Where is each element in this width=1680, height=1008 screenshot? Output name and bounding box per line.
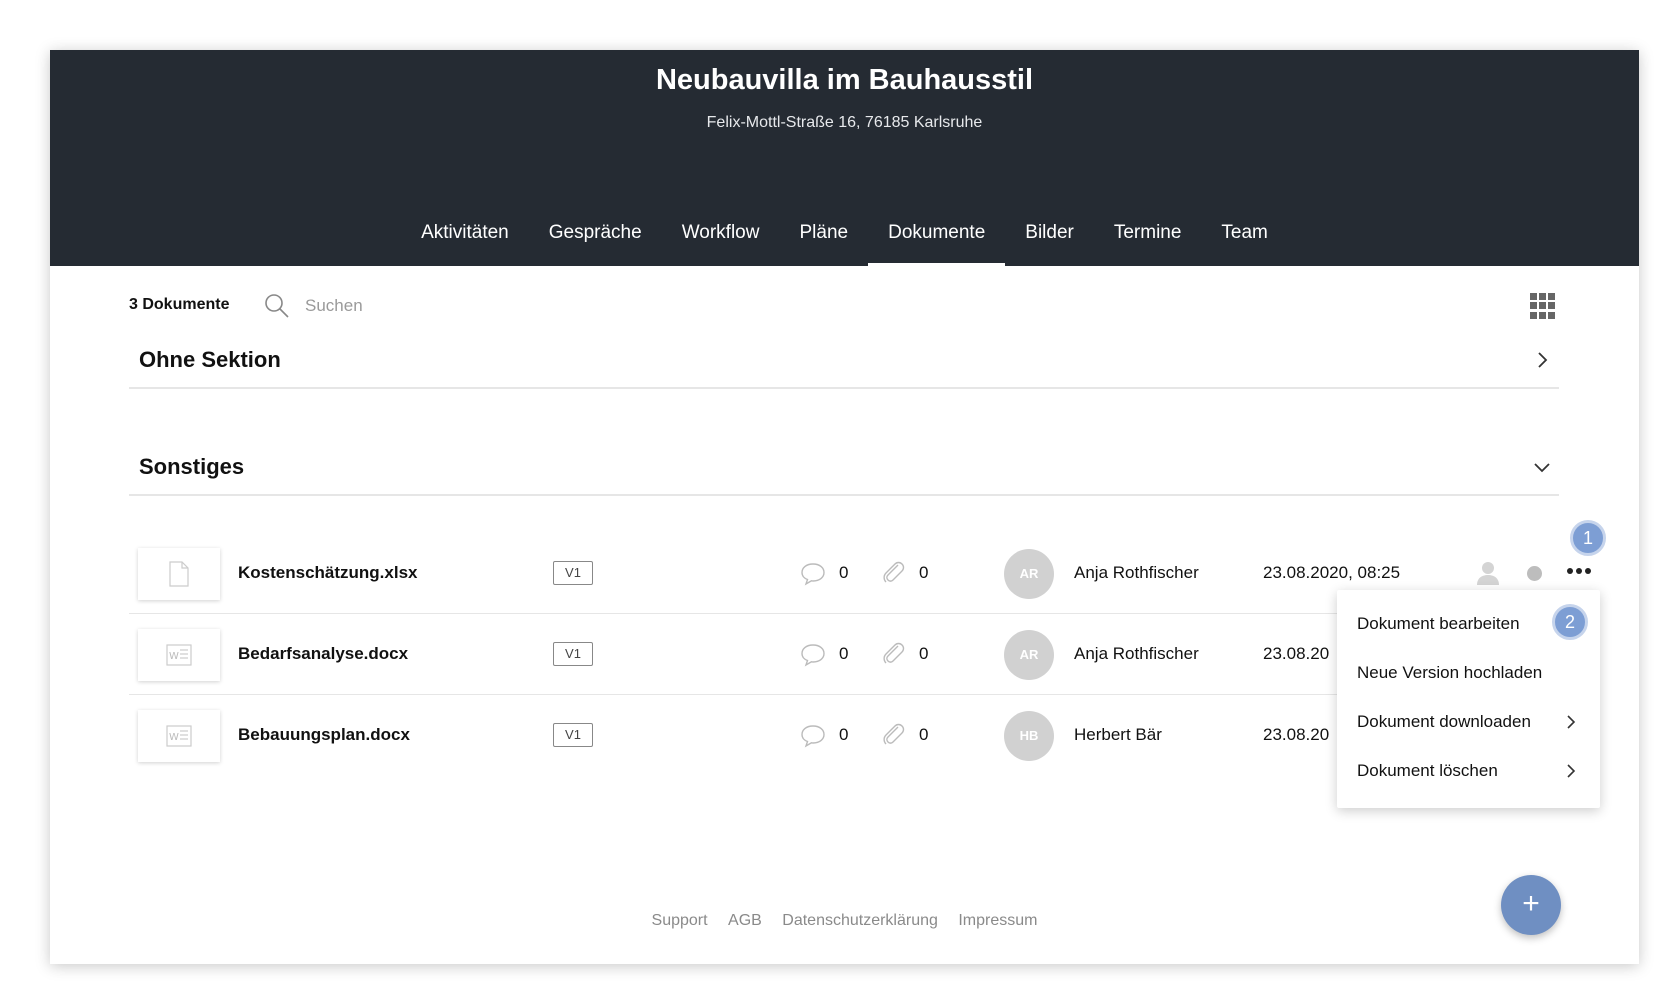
menu-item-label: Dokument downloaden: [1357, 712, 1531, 731]
grid-view-icon[interactable]: [1530, 293, 1556, 319]
person-icon[interactable]: [1474, 560, 1502, 586]
avatar: HB: [1004, 711, 1054, 761]
author-name: Anja Rothfischer: [1074, 644, 1199, 663]
attachment-count: 0: [919, 563, 929, 582]
step-marker-2: 2: [1552, 604, 1588, 640]
tab-termine[interactable]: Termine: [1094, 218, 1202, 266]
version-badge[interactable]: V1: [553, 561, 593, 585]
add-document-button[interactable]: +: [1501, 875, 1561, 935]
attachment-count: 0: [919, 725, 929, 744]
footer-link-impressum[interactable]: Impressum: [958, 912, 1037, 929]
document-date: 23.08.2020, 08:25: [1263, 563, 1401, 582]
word-file-icon: W: [166, 644, 192, 666]
status-dot: [1527, 566, 1542, 581]
attachment-count: 0: [919, 644, 929, 663]
tab-team[interactable]: Team: [1201, 218, 1287, 266]
author-name: Anja Rothfischer: [1074, 563, 1199, 582]
document-date: 23.08.20: [1263, 725, 1330, 744]
blank-file-icon: [169, 561, 189, 587]
section-title: Sonstiges: [139, 454, 245, 479]
document-name[interactable]: Kostenschätzung.xlsx: [238, 563, 418, 583]
main-nav: Aktivitäten Gespräche Workflow Pläne Dok…: [50, 218, 1639, 266]
comment-count: 0: [839, 563, 849, 582]
tab-plaene[interactable]: Pläne: [779, 218, 868, 266]
comment-icon[interactable]: [799, 642, 827, 668]
section-sonstiges[interactable]: Sonstiges: [129, 446, 1559, 496]
more-options-button[interactable]: [1561, 553, 1597, 589]
document-count: 3 Dokumente: [129, 296, 230, 313]
footer: Support AGB Datenschutzerklärung Impress…: [50, 912, 1639, 930]
menu-item-delete-document[interactable]: Dokument löschen: [1337, 747, 1600, 795]
section-ohne-sektion[interactable]: Ohne Sektion: [129, 339, 1559, 389]
version-badge[interactable]: V1: [553, 642, 593, 666]
chevron-right-icon: [1567, 715, 1576, 729]
footer-link-agb[interactable]: AGB: [728, 912, 762, 929]
comment-icon[interactable]: [799, 561, 827, 587]
documents-toolbar: 3 Dokumente: [50, 286, 1639, 326]
document-thumbnail[interactable]: W: [138, 710, 220, 762]
document-name[interactable]: Bebauungsplan.docx: [238, 725, 410, 745]
tab-workflow[interactable]: Workflow: [662, 218, 780, 266]
paperclip-icon[interactable]: [879, 640, 907, 668]
tab-bilder[interactable]: Bilder: [1005, 218, 1094, 266]
avatar: AR: [1004, 630, 1054, 680]
search-input[interactable]: [305, 292, 605, 320]
project-header: Neubauvilla im Bauhausstil Felix-Mottl-S…: [50, 50, 1639, 266]
avatar: AR: [1004, 549, 1054, 599]
tab-dokumente[interactable]: Dokumente: [868, 218, 1006, 266]
chevron-down-icon[interactable]: [1531, 456, 1553, 478]
comment-count: 0: [839, 725, 849, 744]
menu-item-upload-new-version[interactable]: Neue Version hochladen: [1337, 649, 1600, 697]
chevron-right-icon: [1567, 764, 1576, 778]
svg-text:W: W: [169, 732, 179, 743]
footer-link-support[interactable]: Support: [652, 912, 708, 929]
search-icon[interactable]: [263, 292, 291, 320]
paperclip-icon[interactable]: [879, 721, 907, 749]
tab-aktivitaeten[interactable]: Aktivitäten: [401, 218, 529, 266]
document-thumbnail[interactable]: [138, 548, 220, 600]
author-name: Herbert Bär: [1074, 725, 1162, 744]
menu-item-download-document[interactable]: Dokument downloaden: [1337, 698, 1600, 746]
paperclip-icon[interactable]: [879, 559, 907, 587]
document-thumbnail[interactable]: W: [138, 629, 220, 681]
document-name[interactable]: Bedarfsanalyse.docx: [238, 644, 408, 664]
section-title: Ohne Sektion: [139, 347, 281, 372]
step-marker-1: 1: [1570, 520, 1606, 556]
project-title: Neubauvilla im Bauhausstil: [655, 64, 1034, 96]
chevron-right-icon[interactable]: [1531, 349, 1553, 371]
comment-count: 0: [839, 644, 849, 663]
menu-item-label: Dokument löschen: [1357, 761, 1498, 780]
version-badge[interactable]: V1: [553, 723, 593, 747]
comment-icon[interactable]: [799, 723, 827, 749]
svg-text:W: W: [169, 651, 179, 662]
word-file-icon: W: [166, 725, 192, 747]
tab-gespraeche[interactable]: Gespräche: [529, 218, 662, 266]
document-date: 23.08.20: [1263, 644, 1330, 663]
footer-link-datenschutz[interactable]: Datenschutzerklärung: [782, 912, 938, 929]
project-address: Felix-Mottl-Straße 16, 76185 Karlsruhe: [706, 114, 983, 131]
app-window: Neubauvilla im Bauhausstil Felix-Mottl-S…: [50, 50, 1639, 964]
